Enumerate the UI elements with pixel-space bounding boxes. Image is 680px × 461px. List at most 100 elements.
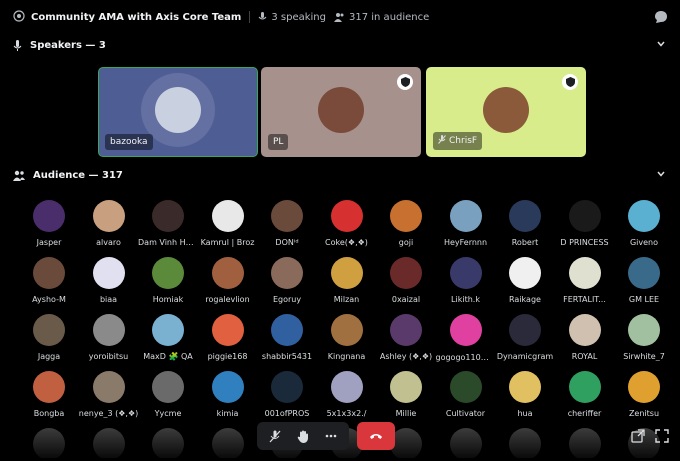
audience-member-name: hua [517, 409, 533, 418]
avatar [449, 257, 482, 289]
audience-member[interactable]: Aysho-M [19, 257, 79, 304]
avatar [92, 257, 125, 289]
audience-member[interactable]: kimia [198, 371, 258, 418]
audience-member-name: Sirwhite_7 [623, 352, 665, 361]
popout-icon[interactable] [631, 428, 647, 444]
audience-member[interactable]: Milzan [317, 257, 377, 304]
audience-member-name: ROYAL [571, 352, 598, 361]
audience-member-name: kimia [216, 409, 239, 418]
avatar [449, 371, 482, 403]
audience-member[interactable]: shabbir5431 [257, 314, 317, 361]
shield-icon [562, 74, 578, 90]
audience-member[interactable]: Egoruy [257, 257, 317, 304]
avatar [211, 314, 244, 346]
avatar [152, 257, 184, 289]
audience-member[interactable]: piggie168 [198, 314, 258, 361]
audience-member[interactable]: Ashley (❖,❖) [376, 314, 436, 361]
audience-member[interactable]: Kingnana [317, 314, 377, 361]
audience-member[interactable]: 5x1x3x2./ [317, 371, 377, 418]
audience-member[interactable]: Coke(❖,❖) [317, 200, 377, 247]
audience-member-name: DONᴵᵈ [275, 238, 299, 247]
chevron-down-icon[interactable] [656, 169, 666, 182]
audience-member-name: Zenitsu [628, 409, 660, 418]
mute-button[interactable] [261, 422, 289, 450]
avatar [271, 257, 303, 289]
speaker-avatar [155, 87, 201, 133]
audience-member[interactable]: DONᴵᵈ [257, 200, 317, 247]
audience-member[interactable]: 0xaizal [376, 257, 436, 304]
raise-hand-button[interactable] [289, 422, 317, 450]
audience-member[interactable]: hua [495, 371, 555, 418]
audience-member[interactable]: Jasper [19, 200, 79, 247]
audience-member[interactable]: nenye_3 (❖,❖) [79, 371, 139, 418]
fullscreen-icon[interactable] [655, 428, 671, 444]
audience-member[interactable]: Cultivator [436, 371, 496, 418]
audience-member-name: FERTALIT... [563, 295, 606, 304]
speakers-section-header[interactable]: Speakers — 3 [5, 34, 676, 56]
audience-member[interactable]: D PRINCESS [555, 200, 615, 247]
avatar [211, 200, 244, 232]
avatar [330, 314, 363, 346]
speaker-avatar [483, 87, 529, 133]
more-options-button[interactable] [317, 422, 345, 450]
audience-member[interactable]: Dynamicgram [495, 314, 555, 361]
audience-member[interactable]: FERTALIT... [555, 257, 615, 304]
people-icon [13, 170, 25, 181]
audience-member[interactable]: rogalevlion [198, 257, 258, 304]
mic-off-icon [438, 135, 446, 147]
audience-section-header[interactable]: Audience — 317 [5, 164, 676, 186]
audience-member-name: piggie168 [207, 352, 248, 361]
audience-member[interactable]: Raikage [495, 257, 555, 304]
avatar [509, 314, 541, 346]
audience-member[interactable]: yoroibitsu [79, 314, 139, 361]
audience-member[interactable]: biaa [79, 257, 139, 304]
audience-member[interactable]: 001ofPROS [257, 371, 317, 418]
speaker-tile[interactable]: ChrisF [426, 67, 586, 157]
audience-member-name: Homiak [152, 295, 184, 304]
speaking-label: 3 speaking [271, 11, 326, 23]
audience-member[interactable]: Bongba [19, 371, 79, 418]
audience-member-name: Dam Vinh Hu... [138, 238, 198, 247]
chat-icon[interactable] [654, 10, 668, 27]
audience-member[interactable]: ROYAL [555, 314, 615, 361]
leave-stage-button[interactable] [357, 422, 395, 450]
audience-member[interactable]: cheriffer [555, 371, 615, 418]
audience-member[interactable]: Sirwhite_7 [614, 314, 674, 361]
audience-member[interactable]: Giveno [614, 200, 674, 247]
audience-member[interactable]: HeyFernnn [436, 200, 496, 247]
mic-icon [258, 12, 267, 20]
audience-member[interactable]: Likith.k [436, 257, 496, 304]
audience-member-name: Jasper [36, 238, 62, 247]
speaker-name-tag: PL [268, 134, 289, 150]
audience-member[interactable]: Yycme [138, 371, 198, 418]
audience-member-name: alvaro [96, 238, 121, 247]
audience-member-name: Cultivator [445, 409, 486, 418]
audience-member[interactable]: Kamrul | Broz [198, 200, 258, 247]
audience-member-name: yoroibitsu [88, 352, 129, 361]
audience-member-name: Giveno [629, 238, 659, 247]
audience-member[interactable]: GM LEE [614, 257, 674, 304]
audience-member-name: Yycme [154, 409, 182, 418]
avatar [628, 200, 660, 232]
audience-member[interactable]: gogogo110扫... [436, 314, 496, 363]
mic-off-icon [269, 430, 281, 442]
audience-member[interactable]: Zenitsu [614, 371, 674, 418]
audience-count: 317 in audience [334, 12, 429, 23]
avatar [271, 371, 303, 403]
audience-member[interactable]: Jagga [19, 314, 79, 361]
speaker-tile[interactable]: PL [261, 67, 421, 157]
audience-member[interactable]: MaxD 🧩 QA [138, 314, 198, 361]
mic-icon [13, 39, 22, 51]
avatar [509, 200, 541, 232]
audience-member[interactable]: Robert [495, 200, 555, 247]
phone-hangup-icon [370, 434, 382, 439]
avatar [568, 257, 601, 289]
speaker-tile[interactable]: bazooka [98, 67, 258, 157]
audience-member[interactable]: goji [376, 200, 436, 247]
speaker-name: PL [273, 137, 284, 147]
audience-member[interactable]: Dam Vinh Hu... [138, 200, 198, 247]
chevron-down-icon[interactable] [656, 39, 666, 52]
audience-member[interactable]: Homiak [138, 257, 198, 304]
audience-member[interactable]: Millie [376, 371, 436, 418]
audience-member[interactable]: alvaro [79, 200, 139, 247]
